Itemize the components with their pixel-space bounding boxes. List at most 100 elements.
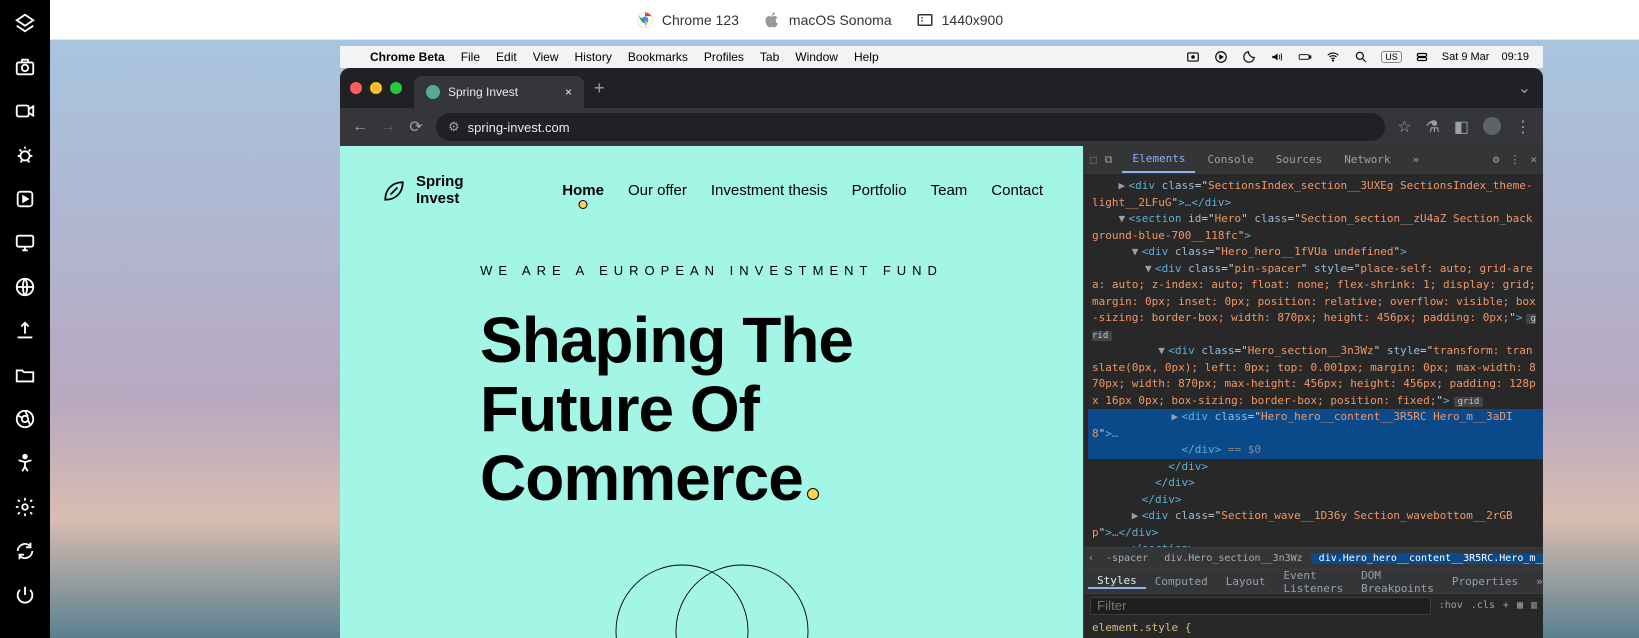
dom-line[interactable]: </div> <box>1088 459 1543 476</box>
dom-line[interactable]: </div> <box>1088 492 1543 509</box>
hov-toggle[interactable]: :hov <box>1439 600 1463 611</box>
styles-filter-input[interactable] <box>1090 597 1431 615</box>
styles-tab[interactable]: DOM Breakpoints <box>1352 569 1443 595</box>
nav-offer[interactable]: Our offer <box>628 182 687 199</box>
reload-button[interactable]: ⟳ <box>408 117 424 137</box>
dom-line[interactable]: ▼<div class="pin-spacer" style="place-se… <box>1088 261 1543 344</box>
menubar-item[interactable]: Tab <box>760 50 779 64</box>
dom-line[interactable]: ▶<div class="SectionsIndex_section__3UXE… <box>1088 178 1543 211</box>
styles-tab[interactable]: Computed <box>1146 575 1217 588</box>
volume-icon[interactable] <box>1269 49 1285 65</box>
cls-toggle[interactable]: .cls <box>1471 600 1495 611</box>
devtools-tab-console[interactable]: Console <box>1197 146 1263 173</box>
new-style-rule-icon[interactable]: + <box>1503 600 1509 611</box>
globe-icon[interactable] <box>14 276 36 298</box>
forward-button[interactable]: → <box>380 118 396 136</box>
close-window-button[interactable] <box>350 82 362 94</box>
menubar-item[interactable]: File <box>461 50 480 64</box>
menubar-time[interactable]: 09:19 <box>1501 51 1529 63</box>
framework-resolution-label: 1440x900 <box>942 12 1004 28</box>
styles-tab[interactable]: Properties <box>1443 575 1527 588</box>
logo-icon[interactable] <box>14 12 36 34</box>
breadcrumb-item[interactable]: -spacer <box>1098 553 1156 564</box>
dom-line[interactable]: ▶<div class="Hero_hero__content__3R5RC H… <box>1088 409 1543 442</box>
styles-tab-more[interactable]: » <box>1527 575 1543 588</box>
upload-icon[interactable] <box>14 320 36 342</box>
dom-line[interactable]: ▼<div class="Hero_hero__1fVUa undefined"… <box>1088 244 1543 261</box>
browser-tab[interactable]: Spring Invest × <box>414 76 584 108</box>
styles-menu-icon[interactable]: ▦ <box>1517 600 1523 611</box>
nav-thesis[interactable]: Investment thesis <box>711 182 828 199</box>
maximize-window-button[interactable] <box>390 82 402 94</box>
devtools-tab-more[interactable]: » <box>1403 146 1430 173</box>
styles-tab[interactable]: Layout <box>1217 575 1275 588</box>
menubar-item[interactable]: Edit <box>496 50 517 64</box>
search-icon[interactable] <box>1353 49 1369 65</box>
device-toggle-icon[interactable]: ⧉ <box>1105 153 1113 167</box>
play-square-icon[interactable] <box>14 188 36 210</box>
menubar-date[interactable]: Sat 9 Mar <box>1442 51 1490 63</box>
site-info-icon[interactable]: ⚙ <box>448 119 460 135</box>
inspect-element-icon[interactable]: ⬚ <box>1090 153 1097 167</box>
menubar-item[interactable]: Profiles <box>704 50 744 64</box>
moon-icon[interactable] <box>1241 49 1257 65</box>
labs-icon[interactable]: ⚗ <box>1426 117 1440 137</box>
menu-dots-icon[interactable]: ⋮ <box>1515 117 1531 137</box>
control-center-icon[interactable] <box>1414 49 1430 65</box>
dom-tree[interactable]: ▶<div class="SectionsIndex_section__3UXE… <box>1084 174 1543 547</box>
dom-line[interactable]: ▶<div class="Section_wave__1D36y Section… <box>1088 508 1543 541</box>
devtools-close-icon[interactable]: × <box>1530 153 1537 166</box>
chrome-outline-icon[interactable] <box>14 408 36 430</box>
power-icon[interactable] <box>14 584 36 606</box>
devtools-menu-icon[interactable]: ⋮ <box>1509 153 1520 166</box>
settings-icon[interactable] <box>14 496 36 518</box>
tab-close-icon[interactable]: × <box>565 85 572 99</box>
profile-avatar-icon[interactable] <box>1483 117 1501 135</box>
video-icon[interactable] <box>14 100 36 122</box>
dom-line[interactable]: ▼<div class="Hero_section__3n3Wz" style=… <box>1088 343 1543 409</box>
folder-icon[interactable] <box>14 364 36 386</box>
battery-icon[interactable] <box>1297 49 1313 65</box>
play-icon[interactable] <box>1213 49 1229 65</box>
extension-icon[interactable]: ◧ <box>1454 117 1469 137</box>
dom-line[interactable]: </div> <box>1088 475 1543 492</box>
breadcrumb-item[interactable]: div.Hero_section__3n3Wz <box>1156 553 1310 564</box>
monitor-icon[interactable] <box>14 232 36 254</box>
bookmark-star-icon[interactable]: ☆ <box>1397 117 1411 137</box>
refresh-icon[interactable] <box>14 540 36 562</box>
tab-list-chevron-icon[interactable]: ⌄ <box>1518 78 1531 98</box>
menubar-item[interactable]: View <box>533 50 559 64</box>
computed-sidebar-icon[interactable]: ▥ <box>1531 600 1537 611</box>
breadcrumb-item[interactable]: div.Hero_hero__content__3R5RC.Hero_m__3a… <box>1311 553 1543 564</box>
nav-portfolio[interactable]: Portfolio <box>852 182 907 199</box>
nav-team[interactable]: Team <box>931 182 968 199</box>
keyboard-badge[interactable]: US <box>1381 51 1402 63</box>
styles-tab[interactable]: Event Listeners <box>1274 569 1352 595</box>
nav-home[interactable]: Home <box>562 182 604 199</box>
minimize-window-button[interactable] <box>370 82 382 94</box>
styles-tab[interactable]: Styles <box>1088 574 1146 589</box>
menubar-item[interactable]: Bookmarks <box>628 50 688 64</box>
camera-icon[interactable] <box>14 56 36 78</box>
new-tab-button[interactable]: + <box>594 78 605 99</box>
devtools-settings-icon[interactable]: ⚙ <box>1493 153 1500 166</box>
breadcrumb-left-arrow[interactable]: ‹ <box>1084 553 1098 564</box>
accessibility-icon[interactable] <box>14 452 36 474</box>
record-icon[interactable] <box>1185 49 1201 65</box>
bug-icon[interactable] <box>14 144 36 166</box>
menubar-item[interactable]: Window <box>795 50 838 64</box>
back-button[interactable]: ← <box>352 118 368 136</box>
dom-line[interactable]: ▼<section id="Hero" class="Section_secti… <box>1088 211 1543 244</box>
dom-line[interactable]: </div> == $0 <box>1088 442 1543 459</box>
address-bar[interactable]: ⚙ spring-invest.com <box>436 113 1385 141</box>
wifi-icon[interactable] <box>1325 49 1341 65</box>
devtools-tab-elements[interactable]: Elements <box>1122 146 1195 173</box>
menubar-item[interactable]: History <box>575 50 612 64</box>
devtools-tab-network[interactable]: Network <box>1334 146 1400 173</box>
nav-contact[interactable]: Contact <box>991 182 1043 199</box>
menubar-app-name[interactable]: Chrome Beta <box>370 50 445 64</box>
menubar-item[interactable]: Help <box>854 50 879 64</box>
styles-body[interactable]: element.style { <box>1084 617 1543 638</box>
site-logo[interactable]: Spring Invest <box>380 174 464 207</box>
devtools-tab-sources[interactable]: Sources <box>1266 146 1332 173</box>
